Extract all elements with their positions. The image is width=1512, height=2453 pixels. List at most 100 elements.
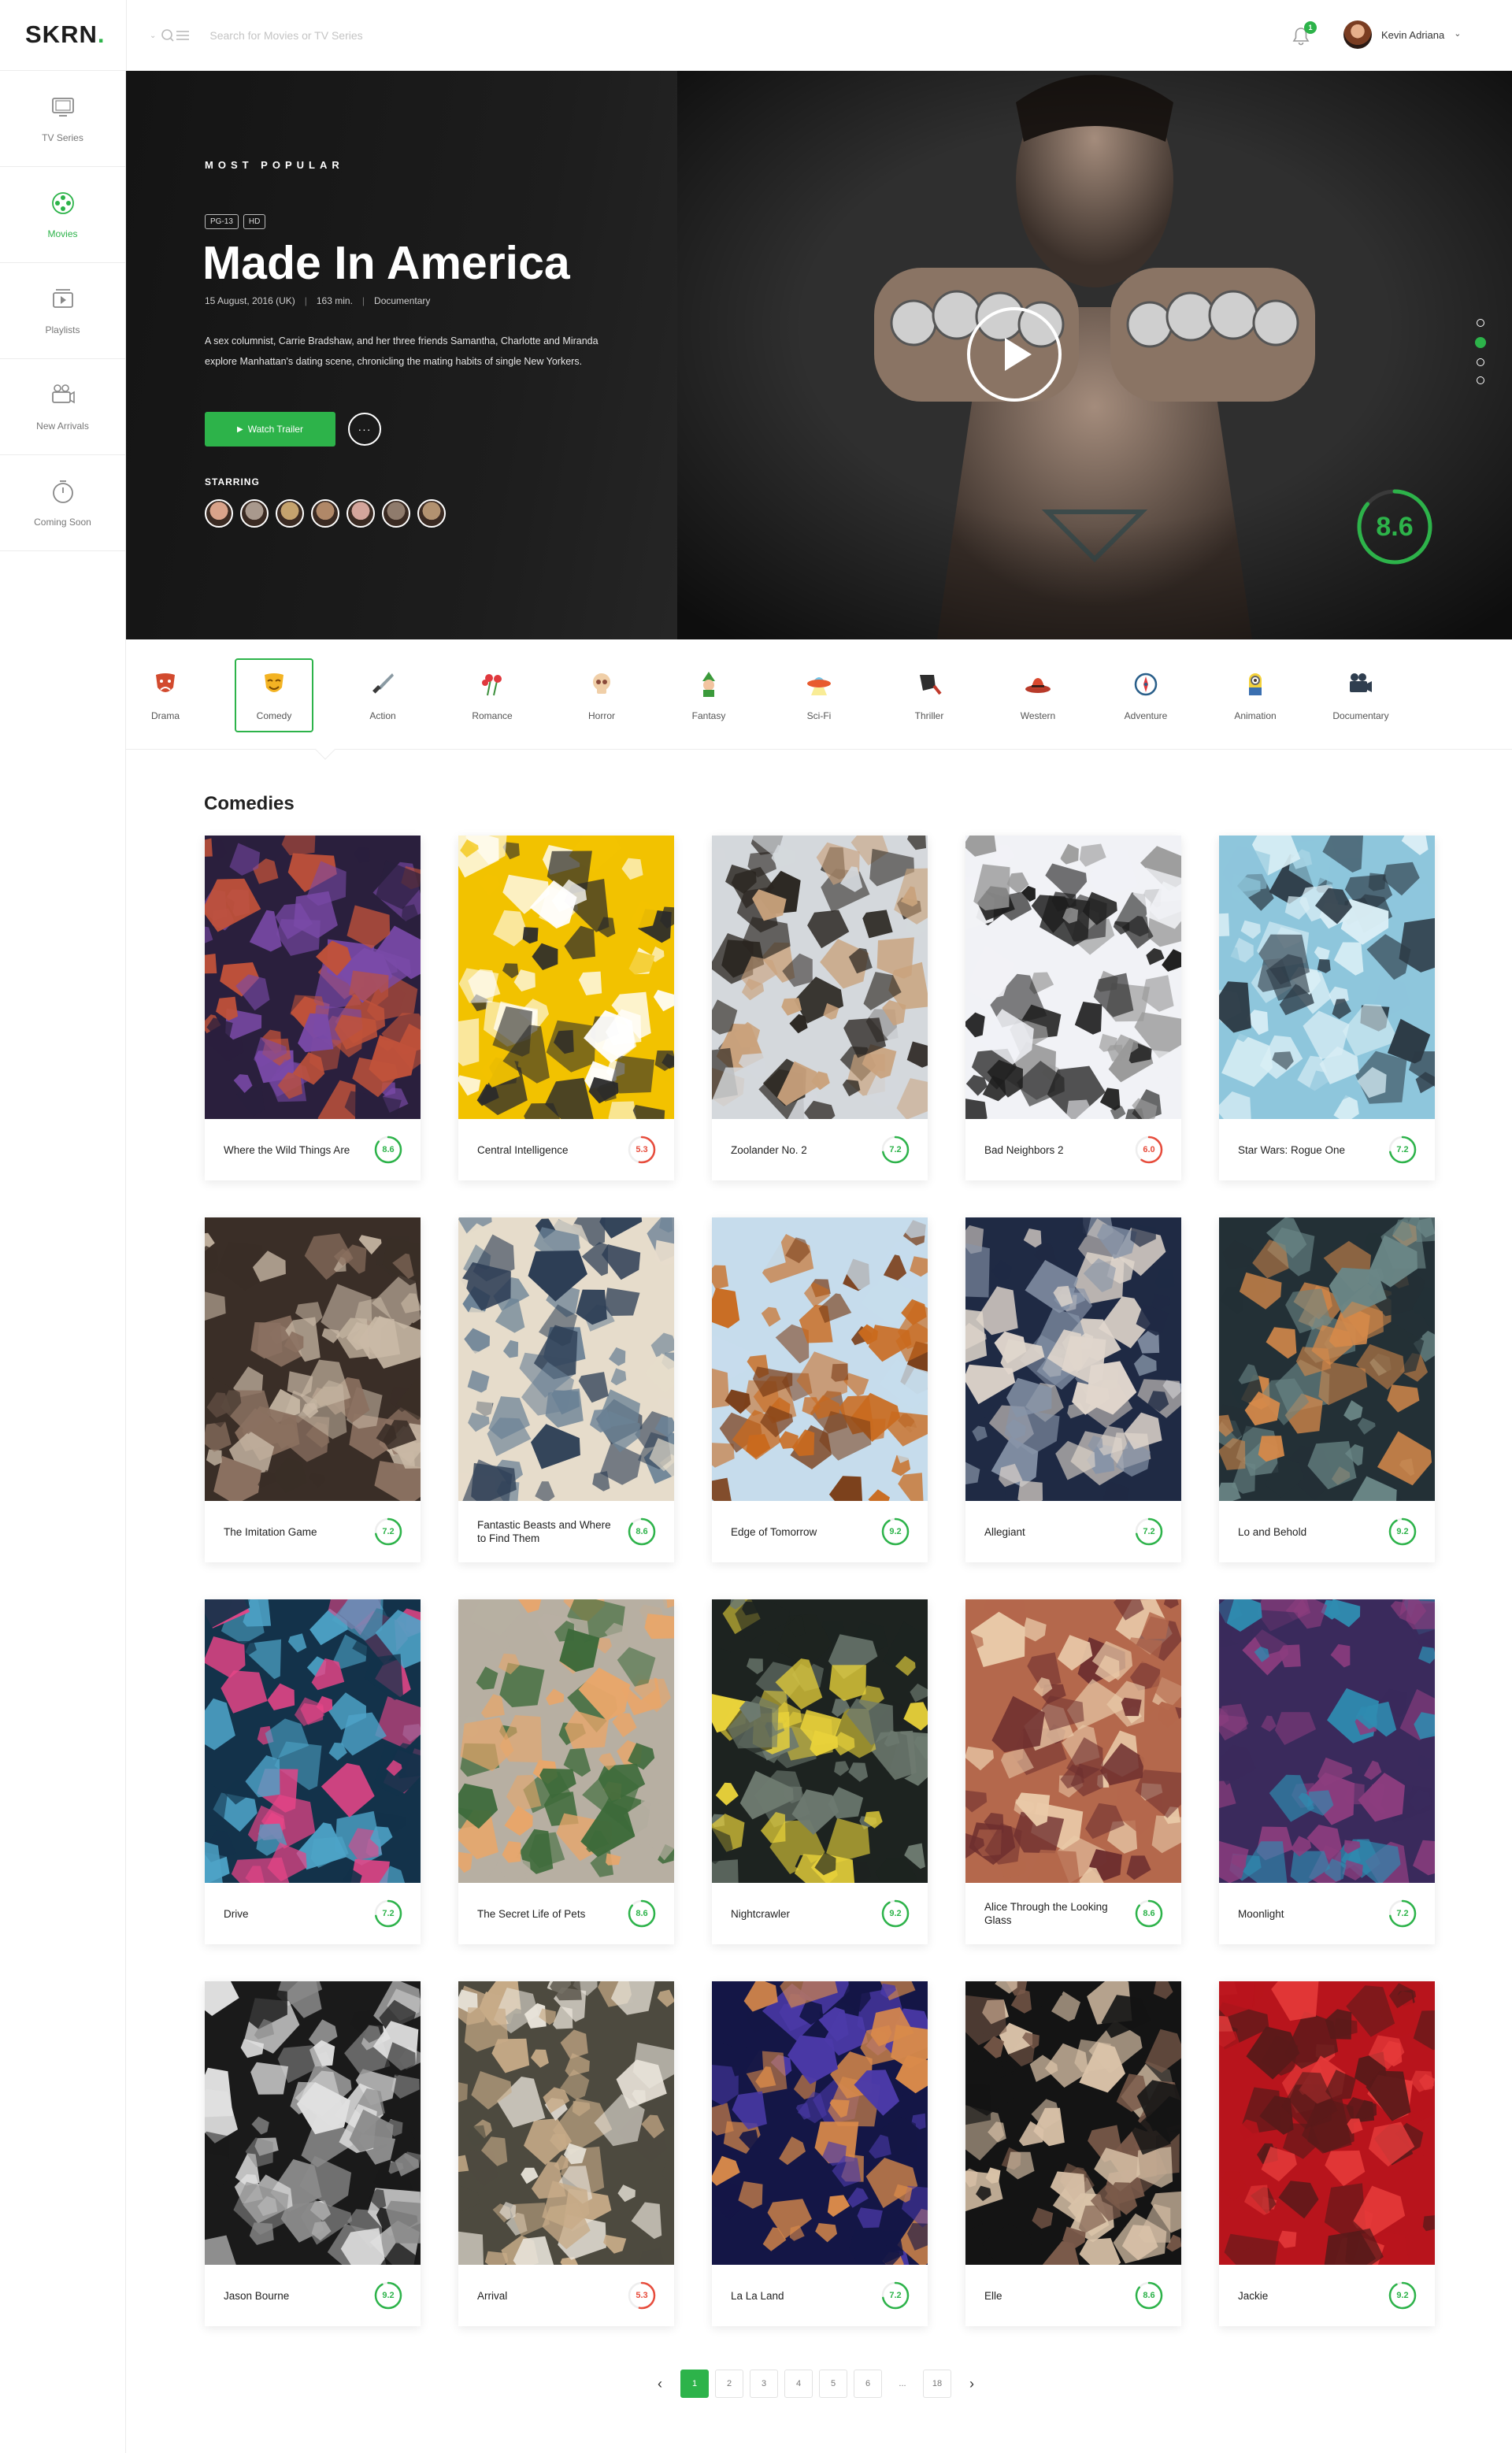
rating-ring: 7.2 bbox=[373, 1517, 403, 1547]
next-page-button[interactable]: › bbox=[958, 2370, 986, 2398]
ufo-icon bbox=[805, 670, 833, 702]
sidebar-item-new-arrivals[interactable]: New Arrivals bbox=[0, 359, 125, 455]
cast-avatar[interactable] bbox=[382, 499, 410, 528]
movie-card[interactable]: Elle 8.6 bbox=[965, 1981, 1181, 2326]
user-name: Kevin Adriana bbox=[1381, 28, 1445, 41]
page-button[interactable]: 5 bbox=[819, 2370, 847, 2398]
movie-card[interactable]: Zoolander No. 2 7.2 bbox=[712, 836, 928, 1180]
watch-trailer-button[interactable]: ▶ Watch Trailer bbox=[205, 412, 335, 447]
rating-ring: 8.6 bbox=[1134, 2281, 1164, 2310]
genre-animation[interactable]: Animation bbox=[1216, 658, 1295, 732]
movie-title: Central Intelligence bbox=[477, 1143, 569, 1156]
rating-ring: 5.3 bbox=[627, 1135, 657, 1165]
movie-poster bbox=[1219, 836, 1435, 1119]
movie-card[interactable]: Edge of Tomorrow 9.2 bbox=[712, 1217, 928, 1562]
chevron-down-icon: ⌄ bbox=[1454, 28, 1462, 39]
movie-card[interactable]: Arrival 5.3 bbox=[458, 1981, 674, 2326]
section-title: Comedies bbox=[204, 793, 295, 814]
more-options-button[interactable]: ··· bbox=[348, 413, 381, 446]
genre-action[interactable]: Action bbox=[343, 658, 422, 732]
rating-value: 9.2 bbox=[1396, 2291, 1409, 2300]
user-menu[interactable]: Kevin Adriana ⌄ bbox=[1343, 20, 1461, 49]
sidebar: TV Series Movies Playlists New Arrivals Comi… bbox=[0, 71, 126, 2453]
movie-card[interactable]: Jackie 9.2 bbox=[1219, 1981, 1435, 2326]
sidebar-item-tv-series[interactable]: TV Series bbox=[0, 71, 125, 167]
rating-ring: 6.0 bbox=[1134, 1135, 1164, 1165]
movie-card[interactable]: Drive 7.2 bbox=[205, 1599, 421, 1944]
movie-title: Alice Through the Looking Glass bbox=[984, 1901, 1108, 1926]
play-icon bbox=[1005, 338, 1032, 371]
movie-card[interactable]: Star Wars: Rogue One 7.2 bbox=[1219, 836, 1435, 1180]
sidebar-item-coming-soon[interactable]: Coming Soon bbox=[0, 455, 125, 551]
movie-card[interactable]: Fantastic Beasts and Where to Find Them 8… bbox=[458, 1217, 674, 1562]
cast-avatar[interactable] bbox=[417, 499, 446, 528]
genre-label: Western bbox=[1020, 710, 1056, 721]
movie-poster bbox=[205, 1217, 421, 1501]
hero-eyebrow: MOST POPULAR bbox=[205, 159, 344, 171]
rating-value: 9.2 bbox=[382, 2291, 395, 2300]
genre-horror[interactable]: Horror bbox=[562, 658, 641, 732]
notification-count-badge: 1 bbox=[1304, 21, 1317, 34]
genre-drama[interactable]: Drama bbox=[126, 658, 205, 732]
genre-label: Fantasy bbox=[691, 710, 726, 721]
search-input[interactable] bbox=[209, 29, 525, 42]
movie-card[interactable]: Nightcrawler 9.2 bbox=[712, 1599, 928, 1944]
cast-avatar[interactable] bbox=[346, 499, 375, 528]
page-button[interactable]: 18 bbox=[923, 2370, 951, 2398]
tv-icon bbox=[50, 94, 76, 124]
rating-value: 8.6 bbox=[636, 1527, 648, 1536]
page-button[interactable]: 3 bbox=[750, 2370, 778, 2398]
movie-card[interactable]: La La Land 7.2 bbox=[712, 1981, 928, 2326]
movie-title: Allegiant bbox=[984, 1525, 1025, 1538]
cast-avatar[interactable] bbox=[311, 499, 339, 528]
notifications-button[interactable]: 1 bbox=[1292, 21, 1317, 47]
play-trailer-button[interactable] bbox=[967, 307, 1062, 402]
movie-poster bbox=[458, 1599, 674, 1883]
slider-dot[interactable] bbox=[1477, 358, 1484, 366]
movie-title: The Secret Life of Pets bbox=[477, 1907, 586, 1920]
page-button[interactable]: 4 bbox=[784, 2370, 813, 2398]
cast-avatar[interactable] bbox=[205, 499, 233, 528]
movie-card[interactable]: Jason Bourne 9.2 bbox=[205, 1981, 421, 2326]
slider-dot[interactable] bbox=[1475, 337, 1486, 348]
search-filter-button[interactable]: ⌄ bbox=[150, 28, 192, 43]
movie-card[interactable]: Where the Wild Things Are 8.6 bbox=[205, 836, 421, 1180]
cast-avatar[interactable] bbox=[240, 499, 269, 528]
page-button[interactable]: 1 bbox=[680, 2370, 709, 2398]
page-button[interactable]: 2 bbox=[715, 2370, 743, 2398]
slider-dot[interactable] bbox=[1477, 319, 1484, 327]
page-button[interactable]: 6 bbox=[854, 2370, 882, 2398]
genre-comedy[interactable]: Comedy bbox=[235, 658, 313, 732]
movie-card[interactable]: Moonlight 7.2 bbox=[1219, 1599, 1435, 1944]
hd-badge: HD bbox=[243, 214, 266, 229]
genre-sci-fi[interactable]: Sci-Fi bbox=[780, 658, 858, 732]
movie-card[interactable]: Central Intelligence 5.3 bbox=[458, 836, 674, 1180]
genre-documentary[interactable]: Documentary bbox=[1321, 658, 1400, 732]
genre-label: Documentary bbox=[1332, 710, 1389, 721]
prev-page-button[interactable]: ‹ bbox=[646, 2370, 674, 2398]
playlist-icon bbox=[50, 286, 76, 317]
movie-card[interactable]: The Imitation Game 7.2 bbox=[205, 1217, 421, 1562]
movie-card[interactable]: Lo and Behold 9.2 bbox=[1219, 1217, 1435, 1562]
starring-label: STARRING bbox=[205, 476, 260, 487]
genre-label: Action bbox=[369, 710, 396, 721]
genre-western[interactable]: Western bbox=[999, 658, 1077, 732]
app-logo[interactable]: SKRN. bbox=[25, 20, 105, 49]
sidebar-item-playlists[interactable]: Playlists bbox=[0, 263, 125, 359]
cowboy-hat-icon bbox=[1024, 670, 1052, 702]
sidebar-item-movies[interactable]: Movies bbox=[0, 167, 125, 263]
cast-avatar[interactable] bbox=[276, 499, 304, 528]
movie-card[interactable]: The Secret Life of Pets 8.6 bbox=[458, 1599, 674, 1944]
genre-romance[interactable]: Romance bbox=[453, 658, 532, 732]
movie-poster bbox=[1219, 1981, 1435, 2265]
movie-title: Zoolander No. 2 bbox=[731, 1143, 807, 1156]
search-icon bbox=[161, 29, 190, 42]
genre-thriller[interactable]: Thriller bbox=[890, 658, 969, 732]
slider-dot[interactable] bbox=[1477, 376, 1484, 384]
movie-card[interactable]: Bad Neighbors 2 6.0 bbox=[965, 836, 1181, 1180]
movie-card[interactable]: Alice Through the Looking Glass 8.6 bbox=[965, 1599, 1181, 1944]
movie-card[interactable]: Allegiant 7.2 bbox=[965, 1217, 1181, 1562]
genre-fantasy[interactable]: Fantasy bbox=[669, 658, 748, 732]
divider bbox=[126, 0, 127, 71]
genre-adventure[interactable]: Adventure bbox=[1106, 658, 1185, 732]
